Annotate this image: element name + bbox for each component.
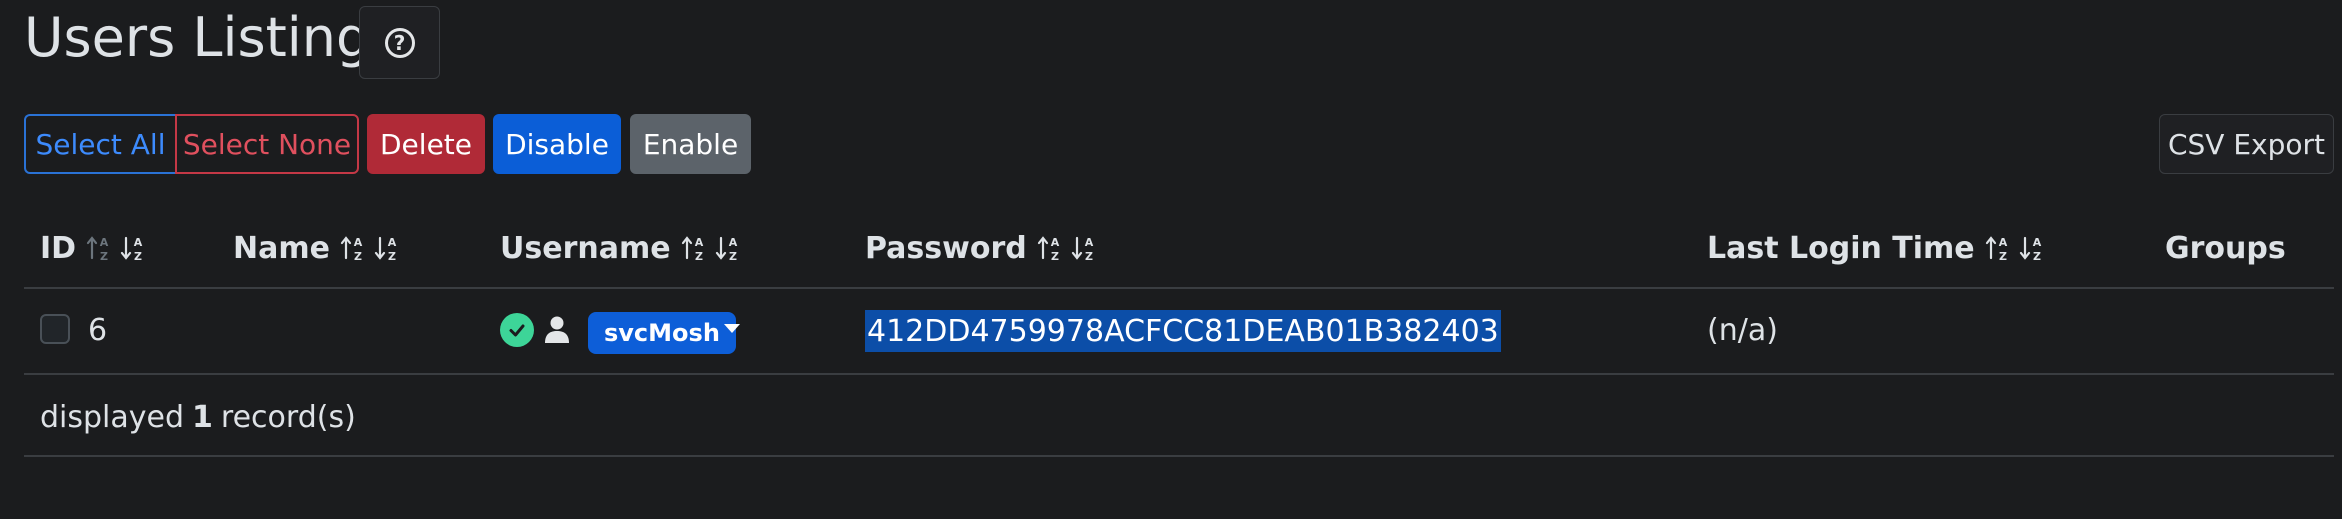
row-password: 412DD4759978ACFCC81DEAB01B382403 xyxy=(865,310,1501,352)
select-all-button[interactable]: Select All xyxy=(24,114,175,174)
column-header-label: Password xyxy=(865,230,1027,266)
svg-text:Z: Z xyxy=(695,250,703,263)
enable-button[interactable]: Enable xyxy=(630,114,751,174)
column-header-last-login-time: Last Login Time A Z A Z xyxy=(1707,224,2047,272)
svg-text:A: A xyxy=(694,236,703,249)
sort-ascending-icon[interactable]: A Z xyxy=(86,233,112,263)
column-header-name: Name A Z A Z xyxy=(233,224,402,272)
svg-text:Z: Z xyxy=(1085,250,1093,263)
svg-text:A: A xyxy=(1998,236,2007,249)
header-divider xyxy=(24,287,2334,289)
sort-ascending-icon[interactable]: A Z xyxy=(340,233,366,263)
row-divider xyxy=(24,373,2334,375)
person-icon xyxy=(544,315,570,345)
svg-text:A: A xyxy=(134,236,143,249)
svg-text:A: A xyxy=(100,236,109,249)
select-none-button[interactable]: Select None xyxy=(175,114,359,174)
svg-text:A: A xyxy=(2032,236,2041,249)
disable-button[interactable]: Disable xyxy=(493,114,621,174)
record-count-prefix: displayed xyxy=(40,399,185,435)
svg-text:A: A xyxy=(1084,236,1093,249)
row-select-checkbox[interactable] xyxy=(40,314,70,344)
record-count-summary: displayed 1 record(s) xyxy=(40,396,356,438)
question-circle-icon: ? xyxy=(384,27,415,58)
delete-button[interactable]: Delete xyxy=(367,114,485,174)
sort-ascending-icon[interactable]: A Z xyxy=(1985,233,2011,263)
sort-controls: A Z A Z xyxy=(1037,233,1099,263)
column-header-label: Username xyxy=(500,230,671,266)
help-button[interactable]: ? xyxy=(359,6,440,79)
username-badge[interactable]: svcMosh xyxy=(588,312,736,354)
sort-descending-icon[interactable]: A Z xyxy=(2017,233,2047,263)
svg-text:Z: Z xyxy=(354,250,362,263)
svg-text:Z: Z xyxy=(1051,250,1059,263)
column-header-label: Last Login Time xyxy=(1707,230,1975,266)
sort-ascending-icon[interactable]: A Z xyxy=(1037,233,1063,263)
svg-text:Z: Z xyxy=(388,250,396,263)
sort-descending-icon[interactable]: A Z xyxy=(1069,233,1099,263)
svg-text:Z: Z xyxy=(134,250,142,263)
svg-text:Z: Z xyxy=(729,250,737,263)
column-header-label: Name xyxy=(233,230,330,266)
column-header-groups: Groups xyxy=(2165,224,2286,272)
svg-text:A: A xyxy=(1050,236,1059,249)
sort-controls: A Z A Z xyxy=(1985,233,2047,263)
csv-export-button[interactable]: CSV Export xyxy=(2159,114,2334,174)
footer-divider xyxy=(24,455,2334,457)
sort-controls: A Z A Z xyxy=(681,233,743,263)
column-header-username: Username A Z A Z xyxy=(500,224,743,272)
column-header-password: Password A Z A Z xyxy=(865,224,1099,272)
chevron-down-icon[interactable] xyxy=(724,324,740,333)
sort-descending-icon[interactable]: A Z xyxy=(713,233,743,263)
page-title: Users Listing xyxy=(24,6,371,69)
svg-text:A: A xyxy=(388,236,397,249)
record-count-value: 1 xyxy=(192,399,213,435)
svg-text:Z: Z xyxy=(100,250,108,263)
column-header-label: Groups xyxy=(2165,230,2286,266)
svg-text:Z: Z xyxy=(1999,250,2007,263)
users-listing-page: Users Listing ? Select All Select None D… xyxy=(0,0,2342,519)
svg-text:A: A xyxy=(728,236,737,249)
svg-text:Z: Z xyxy=(2033,250,2041,263)
sort-controls: A Z A Z xyxy=(340,233,402,263)
sort-controls: A Z A Z xyxy=(86,233,148,263)
sort-ascending-icon[interactable]: A Z xyxy=(681,233,707,263)
column-header-id: ID A Z A Z xyxy=(40,224,148,272)
sort-descending-icon[interactable]: A Z xyxy=(372,233,402,263)
row-id: 6 xyxy=(88,312,108,348)
record-count-suffix: record(s) xyxy=(220,399,356,435)
sort-descending-icon[interactable]: A Z xyxy=(118,233,148,263)
row-last-login-time: (n/a) xyxy=(1707,312,1778,348)
svg-text:A: A xyxy=(354,236,363,249)
column-header-label: ID xyxy=(40,230,77,266)
check-circle-icon xyxy=(500,313,534,347)
